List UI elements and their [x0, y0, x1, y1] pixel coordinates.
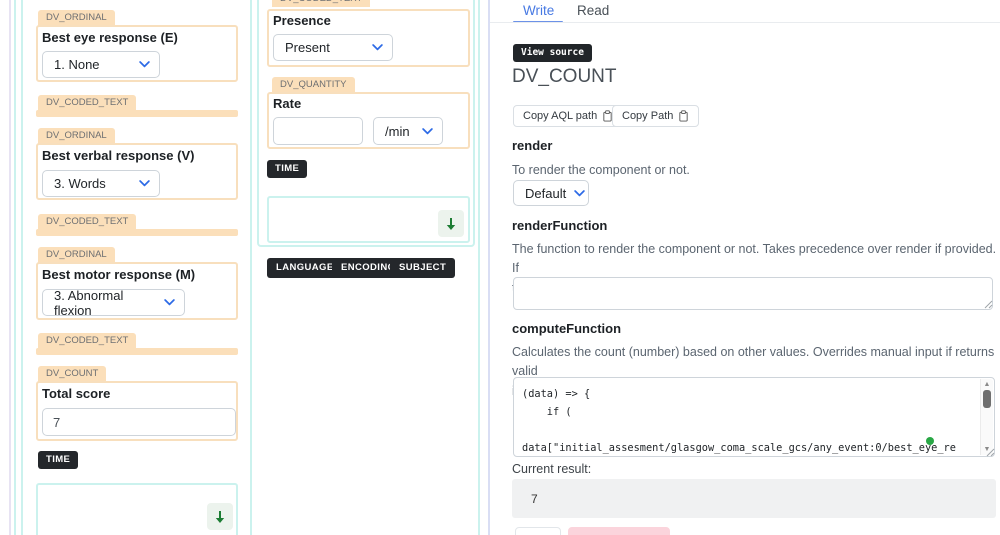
dv-quantity-badge[interactable]: DV_QUANTITY — [272, 77, 355, 93]
compute-function-code-editor[interactable]: (data) => { if ( data["initial_assesment… — [513, 377, 995, 457]
chevron-down-icon — [164, 299, 175, 306]
button-label: Copy Path — [622, 110, 673, 122]
tab-bar-divider — [490, 22, 1000, 23]
field-label: Total score — [42, 386, 110, 401]
move-down-button[interactable] — [438, 210, 464, 237]
select-value: 3. Abnormal flexion — [54, 288, 156, 318]
arrow-down-icon — [214, 510, 226, 524]
total-score-input[interactable] — [42, 408, 236, 436]
field-label: Best motor response (M) — [42, 267, 195, 282]
rate-input[interactable] — [273, 117, 363, 145]
select-value: 1. None — [54, 57, 100, 72]
best-eye-response-select[interactable]: 1. None — [42, 51, 160, 78]
dv-coded-text-badge[interactable]: DV_CODED_TEXT — [272, 0, 370, 7]
render-function-textarea[interactable] — [513, 277, 993, 310]
dv-ordinal-badge[interactable]: DV_ORDINAL — [38, 10, 115, 26]
bottom-action-button[interactable] — [515, 527, 561, 535]
move-down-button[interactable] — [207, 503, 233, 530]
button-label: Copy AQL path — [523, 110, 597, 122]
resize-handle-icon[interactable] — [986, 448, 995, 457]
selected-component-title: DV_COUNT — [512, 66, 617, 88]
dv-ordinal-badge[interactable]: DV_ORDINAL — [38, 247, 115, 263]
collaborator-cursor-dot — [926, 437, 934, 445]
chevron-down-icon — [139, 61, 150, 68]
render-function-heading: renderFunction — [512, 218, 607, 233]
dv-coded-text-badge[interactable]: DV_CODED_TEXT — [38, 214, 136, 230]
view-source-button[interactable]: View source — [513, 44, 592, 62]
tab-read[interactable]: Read — [577, 3, 609, 18]
dv-ordinal-badge[interactable]: DV_ORDINAL — [38, 128, 115, 144]
time-badge[interactable]: TIME — [267, 160, 307, 178]
select-value: 3. Words — [54, 176, 106, 191]
collapsed-field-bar[interactable] — [36, 229, 238, 236]
scroll-up-icon[interactable]: ▲ — [981, 381, 993, 388]
clipboard-icon — [678, 110, 689, 122]
dv-count-badge[interactable]: DV_COUNT — [38, 366, 106, 382]
chevron-down-icon — [372, 44, 383, 51]
copy-aql-path-button[interactable]: Copy AQL path — [513, 105, 623, 127]
collapsed-field-bar[interactable] — [36, 348, 238, 355]
field-label: Best eye response (E) — [42, 30, 178, 45]
time-badge[interactable]: TIME — [38, 451, 78, 469]
tab-write[interactable]: Write — [523, 3, 554, 18]
chevron-down-icon — [422, 128, 433, 135]
render-heading: render — [512, 138, 552, 153]
current-result-label: Current result: — [512, 462, 591, 476]
chevron-down-icon — [574, 190, 585, 197]
collapsed-field-bar[interactable] — [36, 110, 238, 117]
left-edge-divider — [9, 0, 11, 535]
presence-select[interactable]: Present — [273, 34, 393, 61]
rate-unit-select[interactable]: /min — [373, 117, 443, 145]
subject-badge[interactable]: SUBJECT — [390, 258, 455, 278]
panel-divider — [488, 0, 490, 535]
arrow-down-icon — [445, 217, 457, 231]
dv-coded-text-badge[interactable]: DV_CODED_TEXT — [38, 333, 136, 349]
resize-handle-icon[interactable] — [984, 300, 993, 309]
scrollbar-thumb[interactable] — [983, 390, 991, 408]
best-verbal-response-select[interactable]: 3. Words — [42, 170, 160, 197]
render-description: To render the component or not. — [512, 161, 992, 180]
field-label: Rate — [273, 96, 301, 111]
app-window: DV_ORDINAL Best eye response (E) 1. None… — [0, 0, 1000, 535]
dv-coded-text-badge[interactable]: DV_CODED_TEXT — [38, 95, 136, 111]
copy-path-button[interactable]: Copy Path — [612, 105, 699, 127]
compute-function-heading: computeFunction — [512, 321, 621, 336]
code-content: (data) => { if ( data["initial_assesment… — [522, 385, 956, 457]
chevron-down-icon — [139, 180, 150, 187]
bottom-delete-button[interactable] — [568, 527, 670, 535]
best-motor-response-select[interactable]: 3. Abnormal flexion — [42, 289, 185, 316]
select-value: Present — [285, 40, 330, 55]
field-label: Best verbal response (V) — [42, 148, 194, 163]
current-result-value: 7 — [531, 492, 538, 506]
render-select[interactable]: Default — [513, 180, 589, 206]
field-label: Presence — [273, 13, 331, 28]
current-result-box — [512, 479, 996, 518]
select-value: /min — [385, 124, 410, 139]
select-value: Default — [525, 186, 566, 201]
code-scrollbar[interactable]: ▲ ▼ — [980, 379, 993, 455]
